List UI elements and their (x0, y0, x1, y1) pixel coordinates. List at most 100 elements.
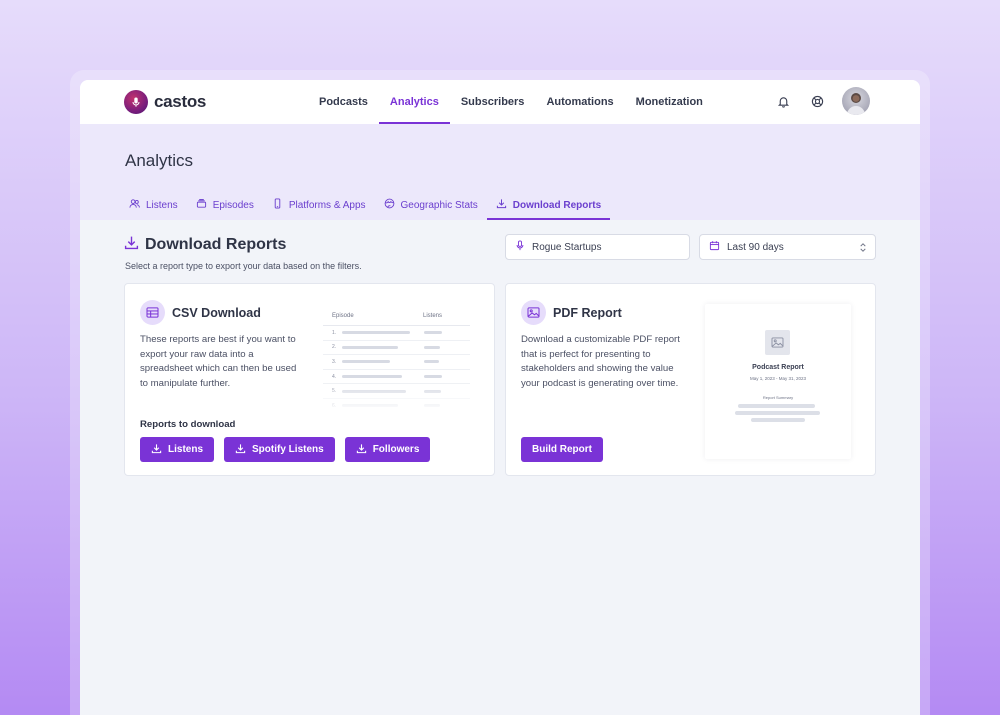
brand-logo[interactable]: castos (124, 90, 206, 114)
table-row: 6. (323, 399, 470, 412)
row-number: 4. (332, 373, 337, 380)
csv-card-title: CSV Download (172, 305, 261, 320)
row-number: 5. (332, 388, 337, 395)
preview-report-summary: Report Summary (762, 395, 794, 400)
nav-automations[interactable]: Automations (535, 80, 624, 124)
pdf-report-preview: Podcast Report May 1, 2023 - May 31, 202… (705, 304, 851, 459)
preview-report-title: Podcast Report (752, 364, 804, 371)
pdf-card-description: Download a customizable PDF report that … (521, 334, 680, 389)
csv-download-card: CSV Download These reports are best if y… (124, 283, 495, 476)
podcast-select-value: Rogue Startups (532, 241, 602, 253)
row-placeholder-bar (342, 389, 406, 393)
download-followers-button[interactable]: Followers (344, 437, 431, 462)
row-number: 1. (332, 329, 337, 336)
row-placeholder-bar (342, 345, 398, 349)
calendar-icon (709, 240, 720, 254)
tab-geographic-stats[interactable]: Geographic Stats (375, 190, 487, 220)
help-lifebuoy-icon[interactable] (808, 92, 826, 110)
download-spotify-label: Spotify Listens (252, 444, 324, 455)
csv-table-preview: Episode Listens 1. 2. 3. 4. 5. 6. (323, 306, 470, 412)
page-header: Analytics Listens Episodes Platforms & A… (80, 124, 920, 220)
analytics-tabs: Listens Episodes Platforms & Apps Geogra… (120, 190, 611, 220)
download-icon (151, 443, 162, 457)
brand-name: castos (154, 92, 207, 111)
microphone-logo-icon (124, 90, 148, 114)
row-placeholder-bar (342, 360, 390, 364)
section-title-text: Download Reports (145, 236, 287, 253)
row-placeholder-bar (342, 404, 398, 408)
user-avatar[interactable] (842, 87, 870, 115)
nav-monetization[interactable]: Monetization (625, 80, 714, 124)
csv-button-row: Listens Spotify Listens Followers (140, 437, 431, 462)
row-placeholder-bar (424, 360, 439, 364)
image-placeholder-icon (765, 330, 790, 355)
pdf-card-header: PDF Report (521, 300, 622, 325)
bell-icon[interactable] (774, 92, 792, 110)
download-icon (124, 235, 139, 255)
tab-episodes[interactable]: Episodes (187, 190, 263, 220)
download-spotify-listens-button[interactable]: Spotify Listens (224, 437, 335, 462)
row-placeholder-bar (342, 375, 402, 379)
preview-text-line (751, 418, 805, 422)
preview-text-line (735, 411, 820, 415)
download-icon (496, 198, 507, 212)
nav-analytics[interactable]: Analytics (378, 80, 450, 124)
page-title: Analytics (125, 151, 194, 170)
preview-col-episode: Episode (332, 312, 354, 319)
table-row: 2. (323, 341, 470, 356)
row-placeholder-bar (424, 331, 442, 335)
row-placeholder-bar (424, 375, 442, 379)
download-listens-label: Listens (168, 444, 204, 455)
main-nav: Podcasts Analytics Subscribers Automatio… (308, 80, 714, 124)
build-report-button[interactable]: Build Report (521, 437, 603, 462)
row-placeholder-bar (342, 331, 410, 335)
date-range-select[interactable]: Last 90 days (699, 234, 876, 260)
pdf-card-title: PDF Report (553, 305, 622, 320)
app-window: castos Podcasts Analytics Subscribers Au… (80, 80, 920, 715)
row-placeholder-bar (424, 389, 441, 393)
row-number: 2. (332, 344, 337, 351)
download-listens-button[interactable]: Listens (140, 437, 215, 462)
download-icon (235, 443, 246, 457)
tab-platforms-label: Platforms & Apps (288, 199, 366, 211)
top-nav: castos Podcasts Analytics Subscribers Au… (80, 80, 920, 124)
pdf-report-card: PDF Report Download a customizable PDF r… (505, 283, 876, 476)
table-row: 3. (323, 355, 470, 370)
preview-report-date: May 1, 2023 - May 31, 2023 (749, 376, 807, 381)
date-range-value: Last 90 days (727, 241, 784, 253)
users-icon (129, 198, 140, 212)
csv-card-description: These reports are best if you want to ex… (140, 334, 297, 389)
nav-podcasts[interactable]: Podcasts (308, 80, 379, 124)
tab-listens[interactable]: Listens (120, 190, 187, 220)
table-row: 1. (323, 326, 470, 341)
preview-table-header: Episode Listens (323, 306, 470, 326)
tab-listens-label: Listens (146, 199, 178, 211)
chevron-up-down-icon (859, 242, 867, 256)
nav-subscribers[interactable]: Subscribers (450, 80, 536, 124)
table-row: 5. (323, 384, 470, 399)
phone-icon (272, 198, 283, 212)
microphone-icon (515, 240, 525, 254)
row-number: 3. (332, 358, 337, 365)
tab-platforms-apps[interactable]: Platforms & Apps (263, 190, 375, 220)
stack-icon (196, 198, 207, 212)
tab-download-label: Download Reports (512, 199, 602, 211)
tab-download-reports[interactable]: Download Reports (486, 190, 611, 220)
download-icon (356, 443, 367, 457)
row-placeholder-bar (424, 404, 440, 408)
section-title: Download Reports (124, 235, 286, 255)
row-placeholder-bar (424, 345, 440, 349)
section-subtitle: Select a report type to export your data… (125, 261, 362, 271)
globe-icon (384, 198, 395, 212)
row-number: 6. (332, 402, 337, 409)
podcast-select[interactable]: Rogue Startups (505, 234, 690, 260)
nav-actions (774, 87, 870, 115)
preview-col-listens: Listens (423, 312, 443, 319)
image-icon (521, 300, 546, 325)
table-icon (140, 300, 165, 325)
preview-text-line (738, 404, 815, 408)
table-row: 4. (323, 370, 470, 385)
csv-card-header: CSV Download (140, 300, 261, 325)
download-followers-label: Followers (372, 444, 420, 455)
tab-episodes-label: Episodes (212, 199, 254, 211)
